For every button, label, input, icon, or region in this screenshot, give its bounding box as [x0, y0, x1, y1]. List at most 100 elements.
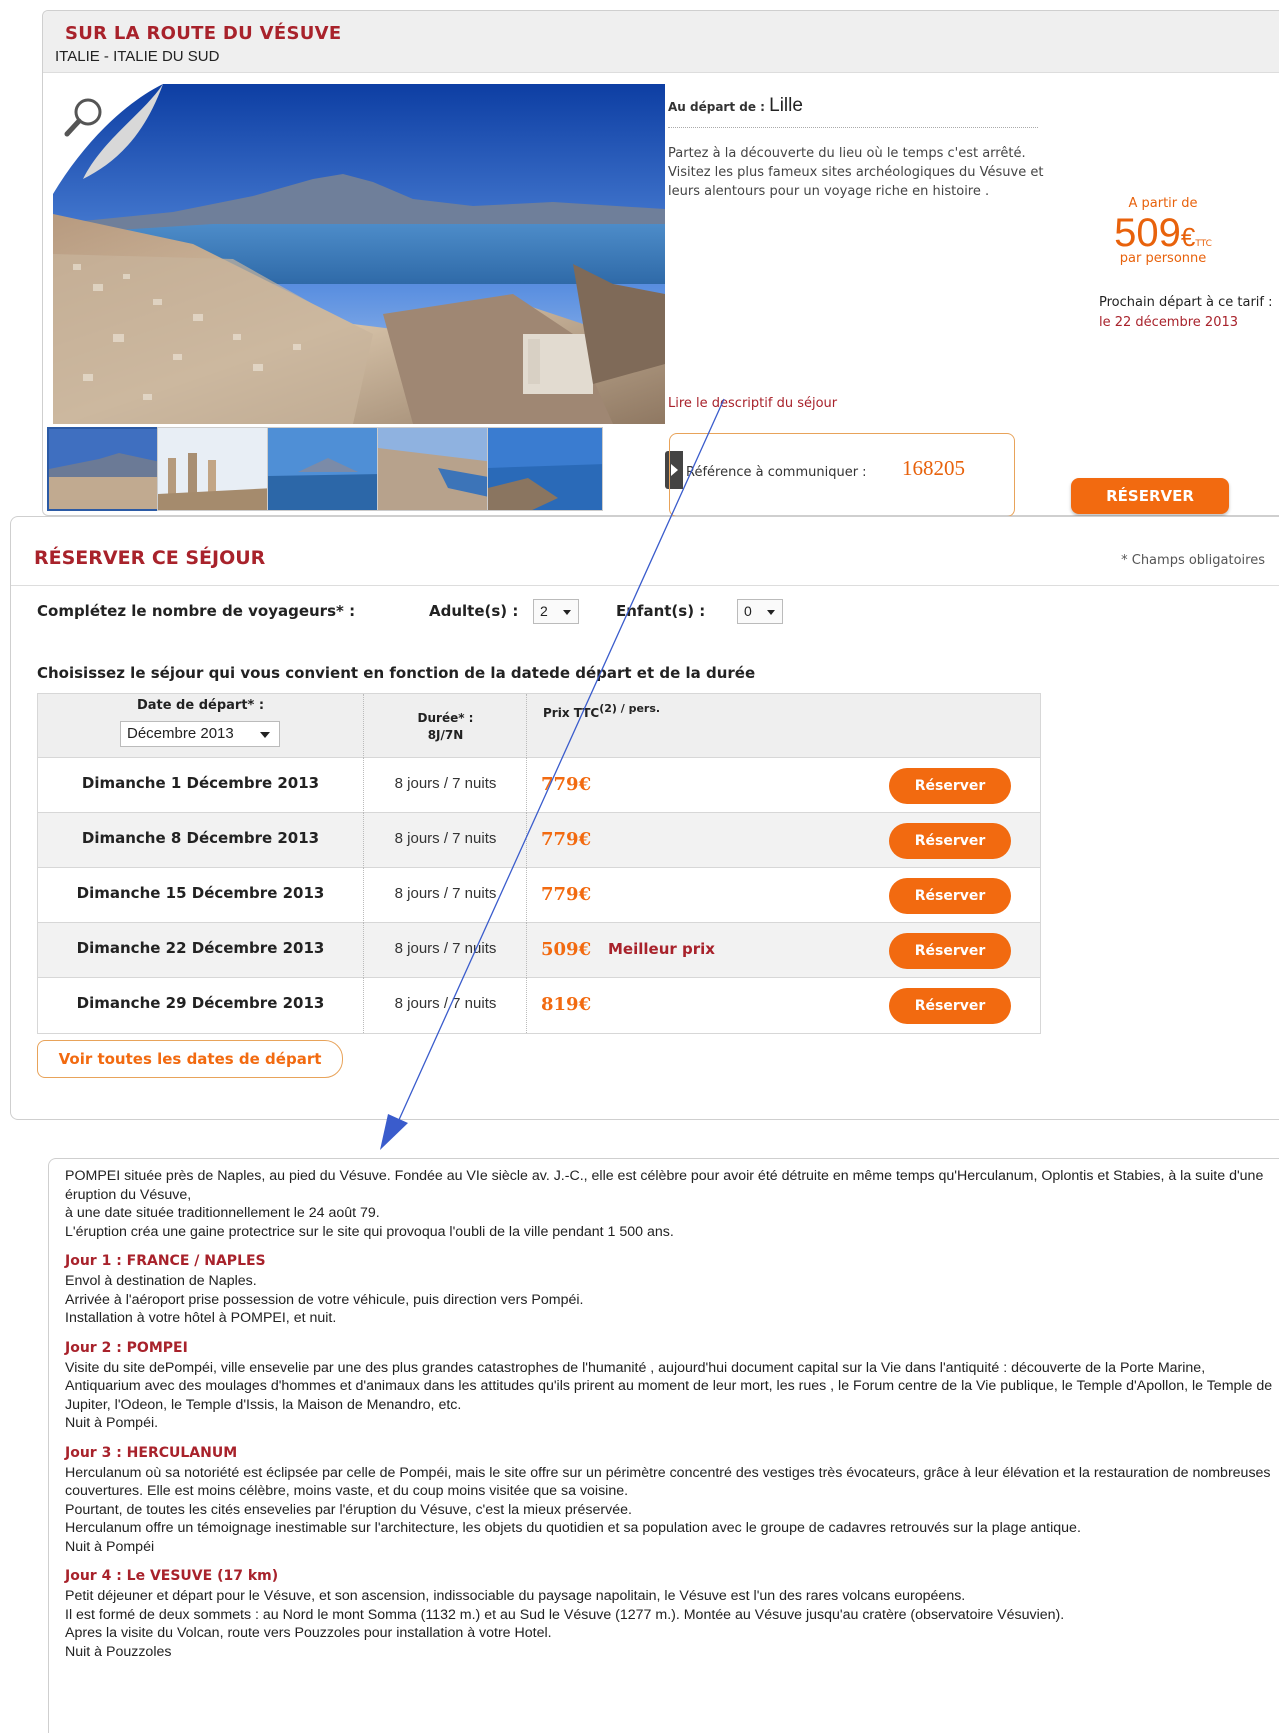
- row-duration: 8 jours / 7 nuits: [365, 758, 527, 813]
- header-duration: Durée* : 8J/7N: [365, 694, 527, 758]
- main-photo[interactable]: [53, 84, 665, 424]
- booking-panel: RÉSERVER CE SÉJOUR * Champs obligatoires…: [10, 516, 1279, 1120]
- departure-label: Au départ de :: [668, 100, 770, 114]
- divider: [11, 585, 1279, 586]
- day-title: Jour 2 : POMPEI: [65, 1339, 188, 1356]
- thumbnail-3[interactable]: [267, 427, 383, 511]
- day-line: Herculanum offre un témoignage inestimab…: [65, 1520, 1081, 1536]
- price-from-label: A partir de: [1128, 196, 1198, 211]
- day-line: Pourtant, de toutes les cités ensevelies…: [65, 1501, 632, 1518]
- day-title: Jour 4 : Le VESUVE (17 km): [65, 1568, 279, 1584]
- all-dates-button[interactable]: Voir toutes les dates de départ: [37, 1040, 343, 1078]
- reserve-button[interactable]: RÉSERVER: [1071, 478, 1229, 514]
- row-duration: 8 jours / 7 nuits: [365, 868, 527, 923]
- row-date: Dimanche 15 Décembre 2013: [38, 868, 364, 923]
- booking-title: RÉSERVER CE SÉJOUR: [34, 547, 266, 569]
- thumbnail-4[interactable]: [377, 427, 493, 511]
- next-departure-label: Prochain départ à ce tarif :: [1099, 295, 1273, 310]
- month-value: Décembre 2013: [127, 725, 234, 742]
- required-note: * Champs obligatoires: [1121, 553, 1265, 568]
- row-reserve-button[interactable]: Réserver: [889, 768, 1011, 804]
- day-line: Envol à destination de Naples.: [65, 1273, 257, 1289]
- intro-line: POMPEI située près de Naples, au pied du…: [65, 1168, 1264, 1203]
- row-price: 509€: [541, 939, 592, 960]
- product-card: SUR LA ROUTE DU VÉSUVE ITALIE - ITALIE D…: [42, 10, 1279, 517]
- row-reserve-button[interactable]: Réserver: [889, 988, 1011, 1024]
- chevron-down-icon: [563, 610, 571, 615]
- header-duration-sub: 8J/7N: [427, 728, 464, 742]
- header-price-sup: (2) / pers.: [599, 702, 661, 715]
- day-line: Nuit à Pompéi: [65, 1538, 155, 1555]
- adults-label: Adulte(s) :: [429, 602, 519, 620]
- day-line: Arrivée à l'aéroport prise possession de…: [65, 1291, 584, 1308]
- row-date: Dimanche 1 Décembre 2013: [38, 758, 364, 813]
- product-header: SUR LA ROUTE DU VÉSUVE ITALIE - ITALIE D…: [43, 11, 1279, 73]
- day-line: Nuit à Pouzzoles: [65, 1643, 172, 1660]
- row-reserve-button[interactable]: Réserver: [889, 823, 1011, 859]
- next-departure-date: le 22 décembre 2013: [1099, 315, 1239, 330]
- price-box: A partir de 509€TTC par personne: [1083, 196, 1243, 266]
- itinerary-panel: POMPEI située près de Naples, au pied du…: [48, 1158, 1279, 1733]
- table-row: Dimanche 22 Décembre 2013 8 jours / 7 nu…: [38, 923, 1040, 978]
- row-reserve-button[interactable]: Réserver: [889, 878, 1011, 914]
- day-line: Petit déjeuner et départ pour le Vésuve,…: [65, 1588, 966, 1604]
- header-duration-label: Durée* :: [417, 711, 474, 725]
- price-value: 509: [1114, 211, 1181, 255]
- magnifier-icon[interactable]: [53, 84, 163, 194]
- chevron-down-icon: [260, 732, 270, 738]
- price-ttc-label: TTC: [1195, 239, 1212, 249]
- thumbnail-5[interactable]: [487, 427, 603, 511]
- row-price: 779€: [541, 774, 592, 795]
- row-date: Dimanche 8 Décembre 2013: [38, 813, 364, 868]
- travellers-label: Complétez le nombre de voyageurs* :: [37, 602, 356, 620]
- thumbnail-2[interactable]: [157, 427, 273, 511]
- day-line: Installation à votre hôtel à POMPEI, et …: [65, 1310, 337, 1326]
- intro-line: à une date située traditionnellement le …: [65, 1205, 380, 1221]
- day-line: Visite du site dePompéi, ville ensevelie…: [65, 1359, 1273, 1413]
- row-price: 819€: [541, 994, 592, 1015]
- table-header: Date de départ* : Décembre 2013 Durée* :…: [38, 694, 1040, 758]
- header-date: Date de départ* : Décembre 2013: [38, 694, 364, 758]
- thumbnail-1[interactable]: [47, 427, 163, 511]
- price-currency: €: [1180, 222, 1196, 252]
- children-label: Enfant(s) :: [616, 602, 706, 620]
- row-duration: 8 jours / 7 nuits: [365, 923, 527, 978]
- day-line: Il est formé de deux sommets : au Nord l…: [65, 1606, 1065, 1623]
- trip-region: ITALIE - ITALIE DU SUD: [55, 48, 220, 65]
- intro-line: L'éruption créa une gaine protectrice su…: [65, 1223, 674, 1240]
- header-price-label: Prix TTC: [543, 706, 600, 720]
- departure-city: Lille: [769, 95, 803, 116]
- trip-description: Partez à la découverte du lieu où le tem…: [668, 146, 1044, 199]
- price-per-person: par personne: [1119, 251, 1207, 266]
- row-price: 779€: [541, 884, 592, 905]
- children-value: 0: [744, 603, 752, 619]
- month-select[interactable]: Décembre 2013: [120, 721, 280, 747]
- row-date: Dimanche 29 Décembre 2013: [38, 978, 364, 1033]
- departure-info: Au départ de : Lille: [668, 95, 1038, 128]
- reference-box: Référence à communiquer : 168205: [669, 433, 1015, 517]
- row-reserve-button[interactable]: Réserver: [889, 933, 1011, 969]
- day-line: Apres la visite du Volcan, route vers Po…: [65, 1625, 552, 1641]
- row-duration: 8 jours / 7 nuits: [365, 813, 527, 868]
- row-price: 779€: [541, 829, 592, 850]
- read-description-link[interactable]: Lire le descriptif du séjour: [668, 396, 837, 411]
- table-row: Dimanche 1 Décembre 2013 8 jours / 7 nui…: [38, 758, 1040, 813]
- day-line: Herculanum où sa notoriété est éclipsée …: [65, 1464, 1271, 1500]
- chevron-down-icon: [767, 610, 775, 615]
- best-price-tag: Meilleur prix: [608, 940, 715, 958]
- table-row: Dimanche 8 Décembre 2013 8 jours / 7 nui…: [38, 813, 1040, 868]
- reference-number: 168205: [902, 456, 965, 480]
- day-title: Jour 3 : HERCULANUM: [65, 1444, 238, 1461]
- children-select[interactable]: 0: [737, 599, 783, 624]
- choose-label: Choisissez le séjour qui vous convient e…: [37, 664, 756, 682]
- row-date: Dimanche 22 Décembre 2013: [38, 923, 364, 978]
- adults-select[interactable]: 2: [533, 599, 579, 624]
- row-duration: 8 jours / 7 nuits: [365, 978, 527, 1033]
- table-row: Dimanche 15 Décembre 2013 8 jours / 7 nu…: [38, 868, 1040, 923]
- table-row: Dimanche 29 Décembre 2013 8 jours / 7 nu…: [38, 978, 1040, 1033]
- day-line: Nuit à Pompéi.: [65, 1415, 159, 1431]
- trip-title: SUR LA ROUTE DU VÉSUVE: [65, 23, 342, 44]
- header-date-label: Date de départ* :: [136, 698, 265, 713]
- adults-value: 2: [540, 603, 548, 619]
- day-title: Jour 1 : FRANCE / NAPLES: [65, 1253, 266, 1269]
